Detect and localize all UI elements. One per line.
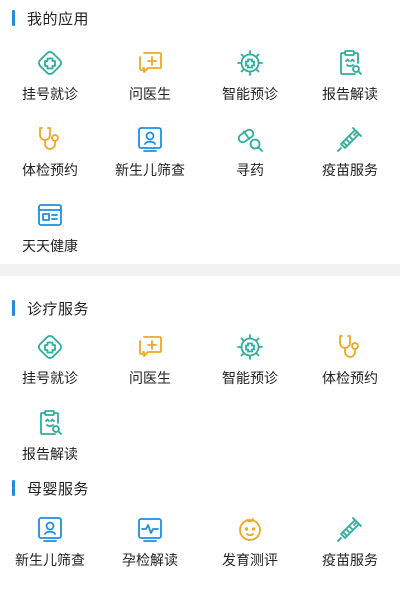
newborn-id-icon <box>135 124 165 154</box>
accent-bar <box>12 300 15 316</box>
syringe-icon <box>335 124 365 154</box>
app-grid: 挂号就诊 问医生 智能预诊 体检预约 报告解读 <box>0 322 400 474</box>
app-label: 报告解读 <box>322 87 378 103</box>
chat-plus-icon <box>135 332 165 362</box>
medical-cross-icon <box>35 48 65 78</box>
section-title: 诊疗服务 <box>27 299 90 318</box>
app-label: 新生儿筛查 <box>15 553 85 569</box>
medical-cross-icon <box>35 332 65 362</box>
app-item-vaccine[interactable]: 疫苗服务 <box>300 114 400 190</box>
app-label: 报告解读 <box>22 447 78 463</box>
app-item-ask-doctor[interactable]: 问医生 <box>100 38 200 114</box>
app-grid: 挂号就诊 问医生 智能预诊 报告解读 体检预约 新生儿筛查 寻药 疫苗服务 天天… <box>0 38 400 266</box>
app-item-register[interactable]: 挂号就诊 <box>0 322 100 398</box>
app-item-smart-diagnosis[interactable]: 智能预诊 <box>200 38 300 114</box>
app-item-checkup[interactable]: 体检预约 <box>0 114 100 190</box>
app-label: 新生儿筛查 <box>115 163 185 179</box>
app-item-register[interactable]: 挂号就诊 <box>0 38 100 114</box>
app-item-daily-health[interactable]: 天天健康 <box>0 190 100 266</box>
report-search-icon <box>35 408 65 438</box>
app-item-smart-diagnosis[interactable]: 智能预诊 <box>200 322 300 398</box>
accent-bar <box>12 480 15 496</box>
app-label: 体检预约 <box>322 371 378 387</box>
app-label: 挂号就诊 <box>22 371 78 387</box>
app-item-newborn[interactable]: 新生儿筛查 <box>0 508 100 584</box>
app-label: 问医生 <box>129 87 171 103</box>
stethoscope-icon <box>35 124 65 154</box>
syringe-icon <box>335 514 365 544</box>
app-label: 体检预约 <box>22 163 78 179</box>
app-label: 挂号就诊 <box>22 87 78 103</box>
app-item-report[interactable]: 报告解读 <box>300 38 400 114</box>
app-label: 发育测评 <box>222 553 278 569</box>
chat-plus-icon <box>135 48 165 78</box>
app-label: 疫苗服务 <box>322 553 378 569</box>
section-title: 我的应用 <box>27 9 90 28</box>
my-apps-section: 我的应用 挂号就诊 问医生 智能预诊 报告解读 体检预约 新生儿筛查 寻药 疫苗… <box>0 0 400 264</box>
smart-diagnosis-icon <box>235 332 265 362</box>
app-item-development[interactable]: 发育测评 <box>200 508 300 584</box>
section-header: 我的应用 <box>0 0 400 36</box>
app-item-prenatal-report[interactable]: 孕检解读 <box>100 508 200 584</box>
app-label: 智能预诊 <box>222 87 278 103</box>
accent-bar <box>12 10 15 26</box>
pulse-monitor-icon <box>135 514 165 544</box>
stethoscope-icon <box>335 332 365 362</box>
app-label: 孕检解读 <box>122 553 178 569</box>
section-title: 母婴服务 <box>27 479 90 498</box>
baby-face-icon <box>235 514 265 544</box>
pill-search-icon <box>235 124 265 154</box>
newspaper-icon <box>35 200 65 230</box>
diagnosis-services-section: 诊疗服务 挂号就诊 问医生 智能预诊 体检预约 报告解读 <box>0 276 400 468</box>
app-label: 问医生 <box>129 371 171 387</box>
smart-diagnosis-icon <box>235 48 265 78</box>
newborn-id-icon <box>35 514 65 544</box>
section-header: 母婴服务 <box>0 468 400 508</box>
maternal-infant-section: 母婴服务 新生儿筛查 孕检解读 发育测评 疫苗服务 <box>0 468 400 600</box>
app-label: 天天健康 <box>22 239 78 255</box>
report-search-icon <box>335 48 365 78</box>
app-label: 疫苗服务 <box>322 163 378 179</box>
section-header: 诊疗服务 <box>0 294 400 322</box>
app-label: 智能预诊 <box>222 371 278 387</box>
app-item-checkup[interactable]: 体检预约 <box>300 322 400 398</box>
app-item-newborn[interactable]: 新生儿筛查 <box>100 114 200 190</box>
app-item-vaccine[interactable]: 疫苗服务 <box>300 508 400 584</box>
app-item-report[interactable]: 报告解读 <box>0 398 100 474</box>
app-grid: 新生儿筛查 孕检解读 发育测评 疫苗服务 <box>0 508 400 584</box>
app-item-find-medicine[interactable]: 寻药 <box>200 114 300 190</box>
app-item-ask-doctor[interactable]: 问医生 <box>100 322 200 398</box>
app-label: 寻药 <box>236 163 264 179</box>
